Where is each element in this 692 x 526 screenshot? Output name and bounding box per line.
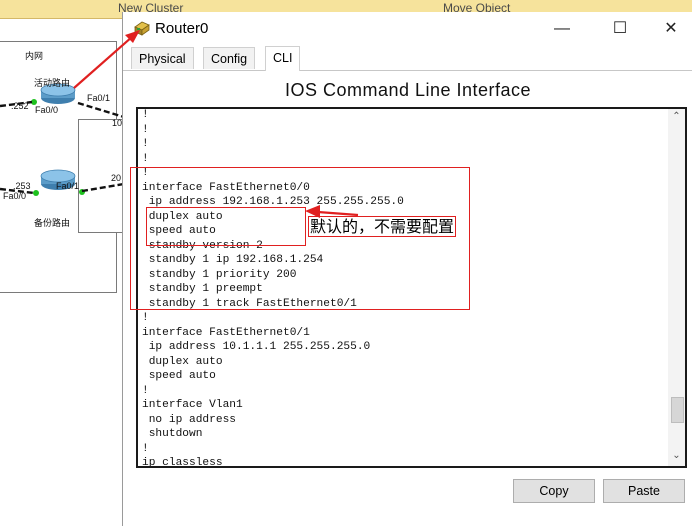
annotation-arrows xyxy=(73,30,359,218)
